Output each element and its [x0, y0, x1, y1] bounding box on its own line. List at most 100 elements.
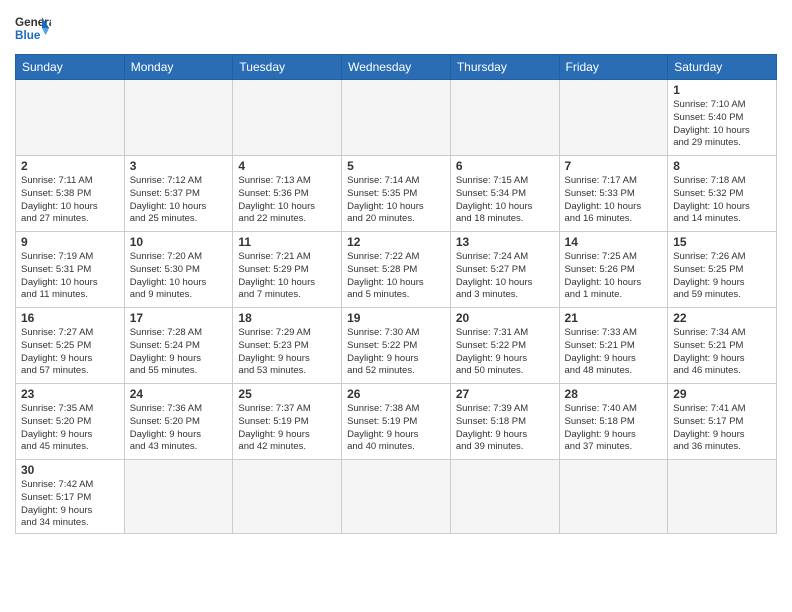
day-number: 14: [565, 235, 663, 249]
calendar-cell: 26 Sunrise: 7:38 AM Sunset: 5:19 PM Dayli…: [342, 384, 451, 460]
calendar-cell: 6 Sunrise: 7:15 AM Sunset: 5:34 PM Daylig…: [450, 156, 559, 232]
calendar-week-row: 23 Sunrise: 7:35 AM Sunset: 5:20 PM Dayli…: [16, 384, 777, 460]
day-number: 26: [347, 387, 445, 401]
day-info: Sunrise: 7:42 AM Sunset: 5:17 PM Dayligh…: [21, 479, 119, 530]
logo-icon: General Blue: [15, 10, 51, 46]
calendar-cell: 28 Sunrise: 7:40 AM Sunset: 5:18 PM Dayli…: [559, 384, 668, 460]
day-info: Sunrise: 7:40 AM Sunset: 5:18 PM Dayligh…: [565, 403, 663, 454]
calendar-week-row: 16 Sunrise: 7:27 AM Sunset: 5:25 PM Dayli…: [16, 308, 777, 384]
calendar-cell: 2 Sunrise: 7:11 AM Sunset: 5:38 PM Daylig…: [16, 156, 125, 232]
day-header-wednesday: Wednesday: [342, 55, 451, 80]
calendar-week-row: 1 Sunrise: 7:10 AM Sunset: 5:40 PM Daylig…: [16, 80, 777, 156]
header: General Blue: [15, 10, 777, 46]
day-number: 22: [673, 311, 771, 325]
day-info: Sunrise: 7:28 AM Sunset: 5:24 PM Dayligh…: [130, 327, 228, 378]
day-info: Sunrise: 7:12 AM Sunset: 5:37 PM Dayligh…: [130, 175, 228, 226]
day-info: Sunrise: 7:13 AM Sunset: 5:36 PM Dayligh…: [238, 175, 336, 226]
day-info: Sunrise: 7:39 AM Sunset: 5:18 PM Dayligh…: [456, 403, 554, 454]
calendar-cell: 18 Sunrise: 7:29 AM Sunset: 5:23 PM Dayli…: [233, 308, 342, 384]
day-number: 20: [456, 311, 554, 325]
day-info: Sunrise: 7:15 AM Sunset: 5:34 PM Dayligh…: [456, 175, 554, 226]
day-number: 13: [456, 235, 554, 249]
svg-text:Blue: Blue: [15, 29, 41, 42]
day-number: 12: [347, 235, 445, 249]
day-number: 5: [347, 159, 445, 173]
calendar-cell: 21 Sunrise: 7:33 AM Sunset: 5:21 PM Dayli…: [559, 308, 668, 384]
day-info: Sunrise: 7:26 AM Sunset: 5:25 PM Dayligh…: [673, 251, 771, 302]
day-header-monday: Monday: [124, 55, 233, 80]
day-number: 24: [130, 387, 228, 401]
day-number: 25: [238, 387, 336, 401]
day-info: Sunrise: 7:31 AM Sunset: 5:22 PM Dayligh…: [456, 327, 554, 378]
calendar-week-row: 2 Sunrise: 7:11 AM Sunset: 5:38 PM Daylig…: [16, 156, 777, 232]
calendar-cell: [450, 80, 559, 156]
day-number: 23: [21, 387, 119, 401]
day-info: Sunrise: 7:33 AM Sunset: 5:21 PM Dayligh…: [565, 327, 663, 378]
calendar-cell: 23 Sunrise: 7:35 AM Sunset: 5:20 PM Dayli…: [16, 384, 125, 460]
day-info: Sunrise: 7:17 AM Sunset: 5:33 PM Dayligh…: [565, 175, 663, 226]
calendar-week-row: 9Sunrise: 7:19 AM Sunset: 5:31 PM Daylig…: [16, 232, 777, 308]
calendar-cell: 24 Sunrise: 7:36 AM Sunset: 5:20 PM Dayli…: [124, 384, 233, 460]
day-info: Sunrise: 7:34 AM Sunset: 5:21 PM Dayligh…: [673, 327, 771, 378]
calendar-cell: [450, 460, 559, 534]
calendar-cell: 7 Sunrise: 7:17 AM Sunset: 5:33 PM Daylig…: [559, 156, 668, 232]
day-number: 6: [456, 159, 554, 173]
day-info: Sunrise: 7:21 AM Sunset: 5:29 PM Dayligh…: [238, 251, 336, 302]
calendar-cell: 9Sunrise: 7:19 AM Sunset: 5:31 PM Daylig…: [16, 232, 125, 308]
calendar-cell: 27 Sunrise: 7:39 AM Sunset: 5:18 PM Dayli…: [450, 384, 559, 460]
calendar-cell: 10 Sunrise: 7:20 AM Sunset: 5:30 PM Dayli…: [124, 232, 233, 308]
calendar-cell: [124, 460, 233, 534]
day-info: Sunrise: 7:29 AM Sunset: 5:23 PM Dayligh…: [238, 327, 336, 378]
calendar-cell: [342, 460, 451, 534]
day-number: 7: [565, 159, 663, 173]
day-info: Sunrise: 7:20 AM Sunset: 5:30 PM Dayligh…: [130, 251, 228, 302]
calendar-cell: [559, 80, 668, 156]
day-header-sunday: Sunday: [16, 55, 125, 80]
calendar-header-row: SundayMondayTuesdayWednesdayThursdayFrid…: [16, 55, 777, 80]
day-number: 18: [238, 311, 336, 325]
day-header-thursday: Thursday: [450, 55, 559, 80]
day-number: 21: [565, 311, 663, 325]
day-info: Sunrise: 7:36 AM Sunset: 5:20 PM Dayligh…: [130, 403, 228, 454]
day-number: 28: [565, 387, 663, 401]
day-info: Sunrise: 7:35 AM Sunset: 5:20 PM Dayligh…: [21, 403, 119, 454]
calendar-cell: [124, 80, 233, 156]
calendar-cell: [233, 460, 342, 534]
calendar-cell: 25 Sunrise: 7:37 AM Sunset: 5:19 PM Dayli…: [233, 384, 342, 460]
day-info: Sunrise: 7:38 AM Sunset: 5:19 PM Dayligh…: [347, 403, 445, 454]
day-info: Sunrise: 7:18 AM Sunset: 5:32 PM Dayligh…: [673, 175, 771, 226]
day-number: 29: [673, 387, 771, 401]
calendar-cell: 4Sunrise: 7:13 AM Sunset: 5:36 PM Daylig…: [233, 156, 342, 232]
day-info: Sunrise: 7:27 AM Sunset: 5:25 PM Dayligh…: [21, 327, 119, 378]
calendar-table: SundayMondayTuesdayWednesdayThursdayFrid…: [15, 54, 777, 534]
calendar-cell: 14Sunrise: 7:25 AM Sunset: 5:26 PM Dayli…: [559, 232, 668, 308]
day-info: Sunrise: 7:11 AM Sunset: 5:38 PM Dayligh…: [21, 175, 119, 226]
calendar-cell: 29 Sunrise: 7:41 AM Sunset: 5:17 PM Dayli…: [668, 384, 777, 460]
day-number: 10: [130, 235, 228, 249]
day-number: 15: [673, 235, 771, 249]
day-info: Sunrise: 7:22 AM Sunset: 5:28 PM Dayligh…: [347, 251, 445, 302]
calendar-cell: 5Sunrise: 7:14 AM Sunset: 5:35 PM Daylig…: [342, 156, 451, 232]
day-info: Sunrise: 7:41 AM Sunset: 5:17 PM Dayligh…: [673, 403, 771, 454]
calendar-cell: 17Sunrise: 7:28 AM Sunset: 5:24 PM Dayli…: [124, 308, 233, 384]
day-info: Sunrise: 7:10 AM Sunset: 5:40 PM Dayligh…: [673, 99, 771, 150]
day-number: 2: [21, 159, 119, 173]
day-info: Sunrise: 7:30 AM Sunset: 5:22 PM Dayligh…: [347, 327, 445, 378]
day-number: 9: [21, 235, 119, 249]
calendar-cell: [559, 460, 668, 534]
day-header-saturday: Saturday: [668, 55, 777, 80]
page: General Blue SundayMondayTuesdayWednesda…: [0, 0, 792, 612]
day-info: Sunrise: 7:37 AM Sunset: 5:19 PM Dayligh…: [238, 403, 336, 454]
day-number: 16: [21, 311, 119, 325]
day-number: 1: [673, 83, 771, 97]
calendar-cell: 8Sunrise: 7:18 AM Sunset: 5:32 PM Daylig…: [668, 156, 777, 232]
calendar-cell: 11Sunrise: 7:21 AM Sunset: 5:29 PM Dayli…: [233, 232, 342, 308]
calendar-cell: [233, 80, 342, 156]
calendar-cell: 3Sunrise: 7:12 AM Sunset: 5:37 PM Daylig…: [124, 156, 233, 232]
calendar-cell: 20 Sunrise: 7:31 AM Sunset: 5:22 PM Dayli…: [450, 308, 559, 384]
calendar-cell: 22 Sunrise: 7:34 AM Sunset: 5:21 PM Dayli…: [668, 308, 777, 384]
day-info: Sunrise: 7:24 AM Sunset: 5:27 PM Dayligh…: [456, 251, 554, 302]
day-number: 27: [456, 387, 554, 401]
calendar-cell: [668, 460, 777, 534]
calendar-cell: 13 Sunrise: 7:24 AM Sunset: 5:27 PM Dayli…: [450, 232, 559, 308]
